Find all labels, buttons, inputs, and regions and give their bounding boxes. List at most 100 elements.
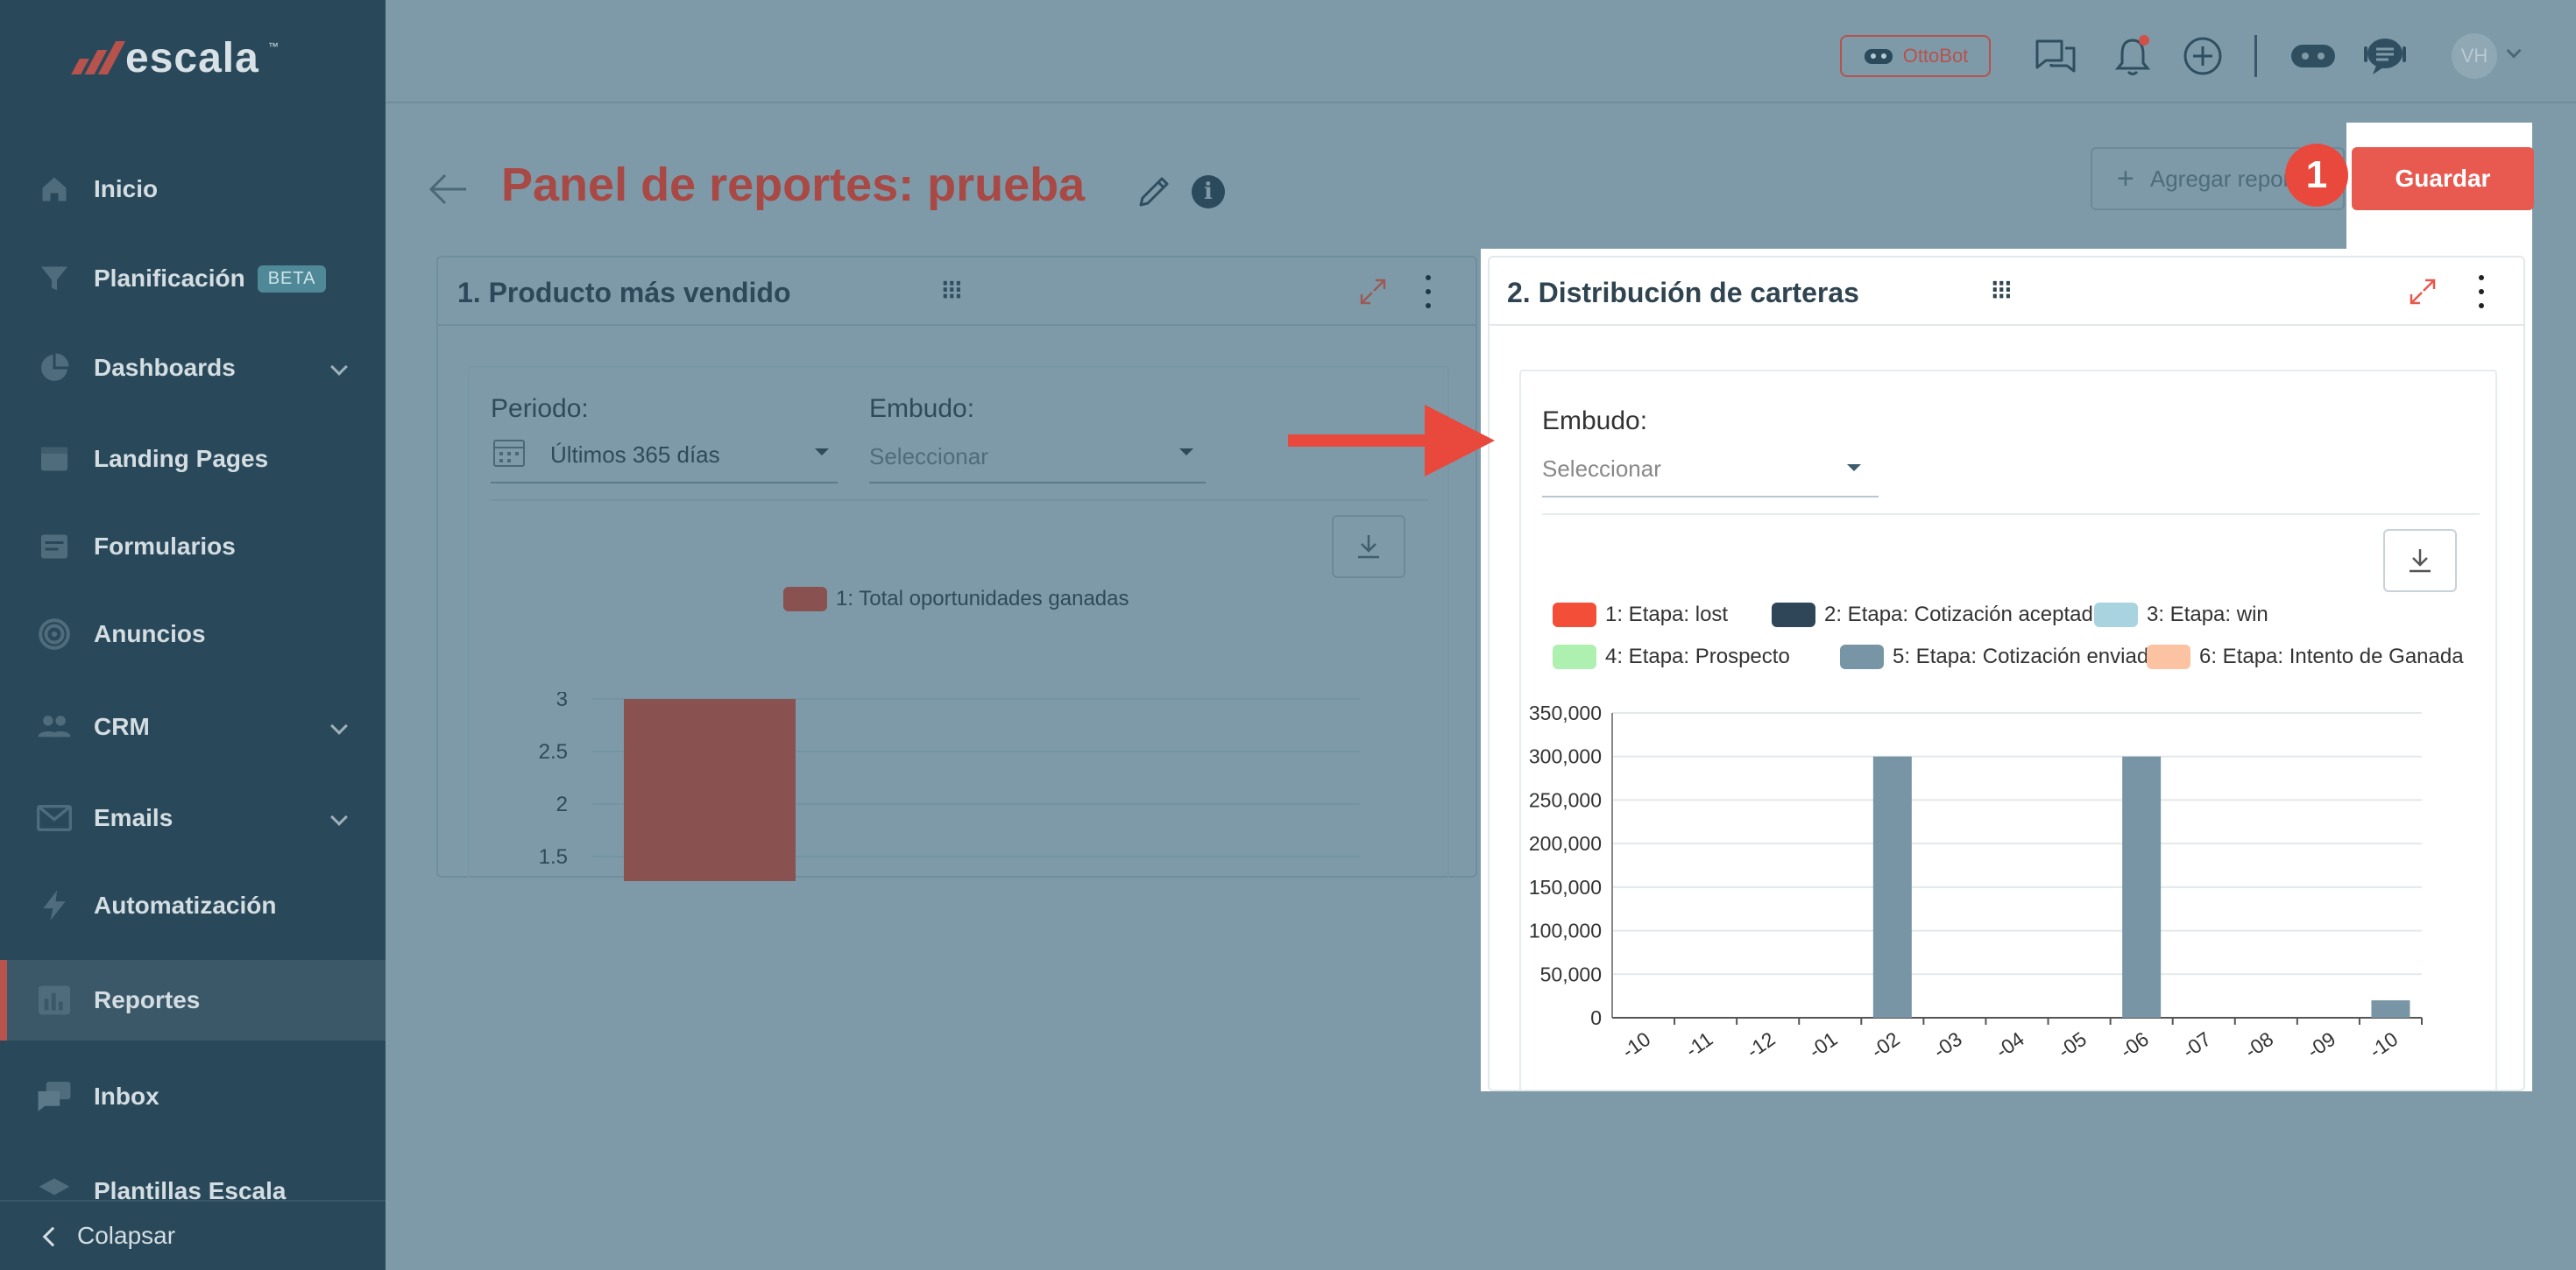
card-header: 1. Producto más vendido ⁝⁝⁝ [438,258,1476,326]
funnel-select[interactable]: Seleccionar [1542,455,1661,483]
card-header: 2. Distribución de carteras ⁝⁝⁝ [1490,258,2523,326]
legend-item[interactable]: 5: Etapa: Cotización enviada [1840,645,2161,669]
chart-carteras: 0 50,000 100,000 150,000 200,000 250,000 300,0… [1529,702,2423,1062]
kebab-menu-icon[interactable] [1425,275,1432,308]
download-button[interactable] [1332,515,1405,578]
drag-handle-icon[interactable]: ⁝⁝⁝ [1991,275,2013,306]
sidebar-item-inicio[interactable]: Inicio [0,149,386,229]
filter-divider [491,499,1428,501]
back-arrow-icon[interactable] [428,172,468,207]
y-tick-label: 350,000 [1529,702,1602,724]
browser-window-icon [35,440,74,478]
avatar[interactable]: VH [2452,33,2497,79]
report-card-carteras: 2. Distribución de carteras ⁝⁝⁝ Embudo: … [1488,256,2525,1091]
x-tick-label: -01 [1804,1027,1841,1062]
sidebar-item-anuncios[interactable]: Anuncios [0,594,386,674]
x-tick-label: -03 [1929,1027,1966,1062]
chevron-left-icon [42,1226,63,1247]
chevron-down-icon [330,808,348,826]
pencil-icon[interactable] [1136,172,1174,215]
sidebar-item-formularios[interactable]: Formularios [0,506,386,587]
sidebar-item-dashboards[interactable]: Dashboards [0,328,386,408]
funnel-underline [1542,496,1879,497]
legend-item[interactable]: 3: Etapa: win [2094,603,2268,627]
kebab-menu-icon[interactable] [2478,275,2485,308]
period-select[interactable]: Últimos 365 días [550,441,720,469]
funnel-underline [869,482,1206,483]
funnel-icon [35,259,74,298]
legend-label: 1: Etapa: lost [1605,603,1729,626]
info-icon[interactable]: i [1192,175,1225,208]
sidebar-item-plantillas[interactable]: Plantillas Escala [0,1154,386,1200]
logo-mark-icon [71,41,126,74]
envelope-icon [35,799,74,837]
download-button[interactable] [2383,529,2457,592]
y-tick-label: 3 [556,692,568,711]
sidebar-item-label: Reportes [94,986,201,1013]
legend-item[interactable]: 6: Etapa: Intento de Ganada [2147,645,2464,669]
card-title: 1. Producto más vendido [457,277,791,308]
sidebar-item-crm[interactable]: CRM [0,687,386,767]
bell-icon[interactable] [2108,32,2157,81]
save-button[interactable]: Guardar [2352,147,2534,210]
funnel-label: Embudo: [1542,406,1648,435]
dropdown-caret-icon [1847,464,1861,471]
ottobot-button[interactable]: OttoBot [1840,35,1991,77]
support-chat-icon[interactable] [2360,32,2410,81]
bar [624,699,796,881]
sidebar-item-automatizacion[interactable]: Automatización [0,865,386,946]
x-tick-label: -05 [2054,1027,2091,1062]
drag-handle-icon[interactable]: ⁝⁝⁝ [941,275,963,306]
bar [1872,756,1912,1018]
sidebar-item-emails[interactable]: Emails [0,778,386,858]
step-badge: 1 [2285,144,2348,207]
download-icon [1358,535,1379,559]
collapse-button[interactable]: Colapsar [0,1200,386,1270]
legend-item[interactable]: 2: Etapa: Cotización aceptada [1772,603,2105,627]
layers-icon [35,1170,74,1200]
period-underline [491,482,838,483]
report-icon [35,981,74,1020]
sidebar-item-reportes[interactable]: Reportes [0,960,386,1041]
calendar-icon [492,436,526,472]
x-tick-label: -04 [1992,1027,2028,1062]
y-tick-label: 250,000 [1529,788,1602,811]
y-tick-label: 150,000 [1529,876,1602,899]
chevron-down-icon[interactable] [2506,43,2522,59]
period-label: Periodo: [491,394,589,423]
sidebar-item-label: Landing Pages [94,445,269,472]
legend-item[interactable]: 4: Etapa: Prospecto [1553,645,1790,669]
x-tick-label: -12 [1742,1027,1779,1062]
legend-label: 4: Etapa: Prospecto [1605,645,1790,668]
legend-item[interactable]: 1: Total oportunidades ganadas [783,587,1129,611]
chat-icon[interactable] [2031,32,2080,81]
gamepad-icon[interactable] [2289,32,2338,81]
sidebar-item-label: Plantillas Escala [94,1177,287,1200]
legend-swatch [1553,603,1596,627]
sidebar-item-landing-pages[interactable]: Landing Pages [0,419,386,499]
x-tick-label: -06 [2116,1027,2153,1062]
sidebar-item-label: Dashboards [94,354,236,381]
beta-badge: BETA [257,265,327,293]
pie-chart-icon [35,349,74,387]
sidebar-item-label: Automatización [94,892,277,919]
chart-product: 3 2.5 2 1.5 [539,692,1360,881]
card-body: Embudo: Seleccionar 1: Etapa: lost 2: Et… [1519,370,2497,1090]
sidebar-item-label: Anuncios [94,620,206,647]
legend-swatch [1840,645,1884,669]
sidebar-item-label: Planificación [94,265,245,292]
sidebar-item-label: Formularios [94,533,236,560]
expand-icon[interactable] [2408,277,2438,311]
expand-icon[interactable] [1358,277,1388,311]
y-tick-label: 50,000 [1540,963,1602,985]
card-title: 2. Distribución de carteras [1507,277,1859,308]
robot-icon [1864,49,1893,64]
legend-item[interactable]: 1: Etapa: lost [1553,603,1728,627]
plus-circle-icon[interactable] [2178,32,2227,81]
sidebar-item-planificacion[interactable]: Planificación BETA [0,238,386,319]
page-title: Panel de reportes: prueba [501,159,1086,211]
legend-swatch [2094,603,2138,627]
sidebar-item-inbox[interactable]: Inbox [0,1056,386,1137]
escala-logo[interactable]: escala ™ [71,35,279,81]
funnel-select[interactable]: Seleccionar [869,443,988,470]
